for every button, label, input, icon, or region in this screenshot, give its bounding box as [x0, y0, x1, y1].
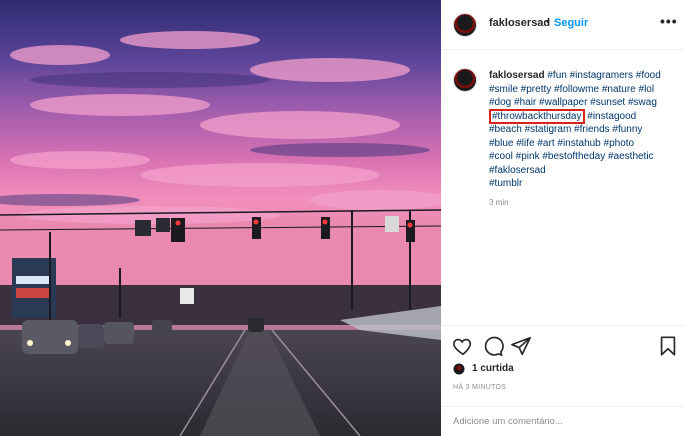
- caption-line-9[interactable]: #tumblr: [489, 178, 522, 189]
- share-icon[interactable]: [510, 335, 532, 357]
- caption-username[interactable]: faklosersad: [489, 70, 545, 81]
- caption-line-1[interactable]: #fun #instagramers #food: [547, 70, 660, 81]
- caption-line-7[interactable]: #cool #pink #bestoftheday #aesthetic: [489, 151, 654, 162]
- caption-line-3[interactable]: #dog #hair #wallpaper #sunset #swag: [489, 97, 657, 108]
- comment-bar: [441, 406, 685, 436]
- post-caption: faklosersad #fun #instagramers #food #sm…: [489, 69, 675, 191]
- bookmark-icon[interactable]: [657, 335, 679, 357]
- caption-line-4[interactable]: #instagood: [585, 111, 636, 122]
- heart-icon[interactable]: [452, 335, 474, 357]
- comment-icon[interactable]: [482, 335, 504, 357]
- caption-avatar[interactable]: [453, 68, 477, 92]
- caption-line-5[interactable]: #beach #statigram #friends #funny: [489, 124, 642, 135]
- post-actions: 1 curtida HÁ 3 MINUTOS: [441, 325, 685, 436]
- likes-count[interactable]: 1 curtida: [472, 363, 514, 374]
- likes-avatar-icon: [453, 362, 465, 375]
- caption-time: 3 min: [489, 198, 509, 207]
- follow-button[interactable]: Seguir: [554, 17, 588, 29]
- highlighted-hashtag[interactable]: #throwbackthursday: [489, 108, 585, 124]
- comment-input[interactable]: [453, 416, 653, 427]
- caption-line-6[interactable]: #blue #life #art #instahub #photo: [489, 138, 634, 149]
- sunset-road-image: [0, 0, 441, 436]
- separator-dot: •: [546, 16, 550, 28]
- posted-time: HÁ 3 MINUTOS: [453, 384, 507, 391]
- caption-line-8[interactable]: #faklosersad: [489, 165, 546, 176]
- post-header: faklosersad • Seguir •••: [441, 0, 685, 50]
- more-options-icon[interactable]: •••: [660, 13, 678, 29]
- username-link[interactable]: faklosersad: [489, 17, 550, 29]
- avatar[interactable]: [453, 13, 477, 37]
- post-details-panel: faklosersad • Seguir ••• faklosersad #fu…: [441, 0, 685, 436]
- caption-line-2[interactable]: #smile #pretty #followme #nature #lol: [489, 84, 654, 95]
- post-photo[interactable]: [0, 0, 441, 436]
